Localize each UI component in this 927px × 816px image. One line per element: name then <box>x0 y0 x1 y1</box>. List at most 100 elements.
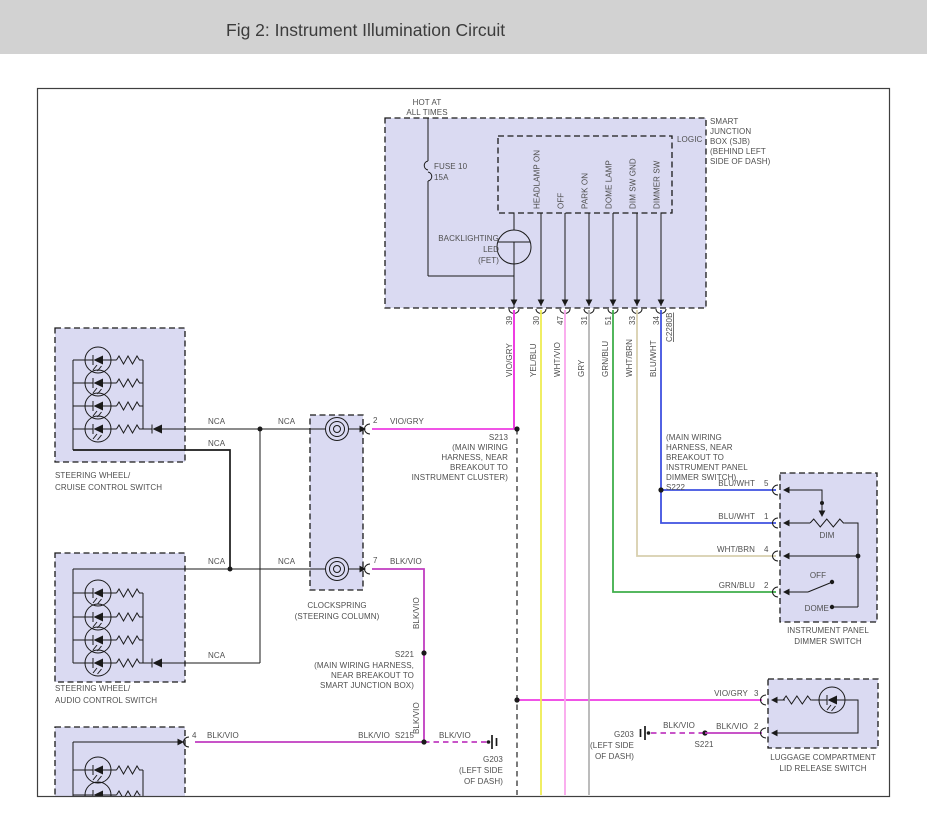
svg-text:2: 2 <box>754 722 759 731</box>
splice-s213: S213 (MAIN WIRING HARNESS, NEAR BREAKOUT… <box>412 426 520 482</box>
svg-text:NCA: NCA <box>208 651 226 660</box>
svg-text:(FET): (FET) <box>478 256 499 265</box>
svg-text:(LEFT SIDE: (LEFT SIDE <box>590 741 634 750</box>
clockspring-label: CLOCKSPRING <box>307 601 366 610</box>
svg-text:BLK/VIO: BLK/VIO <box>412 702 421 734</box>
svg-text:(BEHIND LEFT: (BEHIND LEFT <box>710 147 766 156</box>
svg-text:(MAIN WIRING HARNESS,: (MAIN WIRING HARNESS, <box>314 661 414 670</box>
nca-wires: NCA NCA NCA NCA NCA NCA <box>208 417 296 663</box>
svg-text:(LEFT SIDE: (LEFT SIDE <box>459 766 503 775</box>
dimmer-switch-label: INSTRUMENT PANEL <box>787 626 869 635</box>
svg-text:BLK/VIO: BLK/VIO <box>716 722 748 731</box>
svg-text:WHT/BRN: WHT/BRN <box>717 545 755 554</box>
svg-text:INSTRUMENT PANEL: INSTRUMENT PANEL <box>666 463 748 472</box>
wire-name-label: VIO/GRY <box>505 343 514 377</box>
wire-label: BLU/WHT <box>718 479 755 488</box>
svg-text:DIMMER SW: DIMMER SW <box>653 160 662 209</box>
svg-text:NEAR BREAKOUT TO: NEAR BREAKOUT TO <box>331 671 414 680</box>
svg-text:ALL TIMES: ALL TIMES <box>406 108 447 117</box>
svg-text:DOME LAMP: DOME LAMP <box>605 160 614 209</box>
luggage-lid-release-switch: VIO/GRY 3 BLK/VIO 2 LUGGAGE COMPARTMENT … <box>714 679 878 773</box>
svg-text:34: 34 <box>652 315 661 325</box>
splice-s221b-label: S221 <box>694 740 714 749</box>
svg-text:HEADLAMP ON: HEADLAMP ON <box>533 150 542 209</box>
clockspring-pin-2: 2 <box>373 416 378 425</box>
svg-text:BLK/VIO: BLK/VIO <box>663 721 695 730</box>
nca-label: NCA <box>208 417 226 426</box>
svg-text:NCA: NCA <box>278 557 296 566</box>
clockspring: 2 VIO/GRY 7 BLK/VIO CLOCKSPRING (STEERIN… <box>295 415 425 621</box>
svg-text:NCA: NCA <box>278 417 296 426</box>
svg-text:WHT/VIO: WHT/VIO <box>553 342 562 377</box>
off-position-label: OFF <box>810 571 826 580</box>
svg-text:S213: S213 <box>489 433 509 442</box>
vio-gry-label: VIO/GRY <box>390 417 424 426</box>
svg-text:NCA: NCA <box>208 439 226 448</box>
bottom-switch-partial: 4 <box>55 727 197 808</box>
junction-dot <box>514 697 519 702</box>
svg-text:AUDIO CONTROL SWITCH: AUDIO CONTROL SWITCH <box>55 696 157 705</box>
instrument-panel-dimmer-switch: OFF DOME DIM BLU/WHT 5 BLU/WHT 1 WHT/BRN… <box>717 473 877 646</box>
svg-text:YEL/BLU: YEL/BLU <box>529 343 538 377</box>
svg-text:51: 51 <box>604 315 613 325</box>
pin-4: 4 <box>192 731 197 740</box>
logic-label: LOGIC <box>677 135 703 144</box>
svg-text:BLK/VIO: BLK/VIO <box>412 597 421 629</box>
svg-text:BLU/WHT: BLU/WHT <box>649 340 658 377</box>
svg-text:S221: S221 <box>395 650 415 659</box>
svg-text:BLK/VIO: BLK/VIO <box>358 731 390 740</box>
svg-text:OF DASH): OF DASH) <box>464 777 503 786</box>
svg-text:30: 30 <box>532 315 541 325</box>
svg-text:OFF: OFF <box>557 193 566 209</box>
svg-text:GRN/BLU: GRN/BLU <box>719 581 755 590</box>
svg-text:BREAKOUT TO: BREAKOUT TO <box>450 463 508 472</box>
svg-text:BREAKOUT TO: BREAKOUT TO <box>666 453 724 462</box>
svg-text:OF DASH): OF DASH) <box>595 752 634 761</box>
smart-junction-box: LOGIC SMART JUNCTION BOX (SJB) (BEHIND L… <box>385 117 771 308</box>
connector-label: C2280B <box>665 312 674 342</box>
svg-text:47: 47 <box>556 315 565 325</box>
svg-text:HARNESS, NEAR: HARNESS, NEAR <box>441 453 508 462</box>
svg-text:BLK/VIO: BLK/VIO <box>207 731 239 740</box>
splice-s221: S221 (MAIN WIRING HARNESS, NEAR BREAKOUT… <box>314 650 426 690</box>
luggage-switch-label: LUGGAGE COMPARTMENT <box>770 753 876 762</box>
clockspring-pin-7: 7 <box>373 556 378 565</box>
svg-text:BLK/VIO: BLK/VIO <box>439 731 471 740</box>
audio-switch-label: STEERING WHEEL/ <box>55 684 131 693</box>
svg-text:DIMMER SWITCH: DIMMER SWITCH <box>794 637 862 646</box>
svg-text:G203: G203 <box>483 755 503 764</box>
svg-text:LID RELEASE SWITCH: LID RELEASE SWITCH <box>779 764 866 773</box>
svg-text:LED: LED <box>483 245 499 254</box>
svg-text:S215: S215 <box>395 731 415 740</box>
svg-text:BLU/WHT: BLU/WHT <box>718 512 755 521</box>
svg-text:CRUISE CONTROL SWITCH: CRUISE CONTROL SWITCH <box>55 483 162 492</box>
svg-text:SIDE OF DASH): SIDE OF DASH) <box>710 157 771 166</box>
fuse-label: FUSE 10 <box>434 162 468 171</box>
svg-text:BOX (SJB): BOX (SJB) <box>710 137 750 146</box>
svg-text:WHT/BRN: WHT/BRN <box>625 339 634 377</box>
svg-text:S222: S222 <box>666 483 686 492</box>
wire-blk-vio-main: BLK/VIO BLK/VIO <box>195 569 488 742</box>
dome-position-label: DOME <box>805 604 829 613</box>
svg-text:INSTRUMENT CLUSTER): INSTRUMENT CLUSTER) <box>412 473 509 482</box>
svg-text:SMART JUNCTION BOX): SMART JUNCTION BOX) <box>320 681 414 690</box>
svg-text:BACKLIGHTING: BACKLIGHTING <box>438 234 499 243</box>
svg-text:DIM SW GND: DIM SW GND <box>629 158 638 209</box>
cruise-switch-label: STEERING WHEEL/ <box>55 471 131 480</box>
svg-text:G203: G203 <box>614 730 634 739</box>
sjb-name: SMART <box>710 117 738 126</box>
svg-text:2: 2 <box>764 581 769 590</box>
svg-text:NCA: NCA <box>208 557 226 566</box>
hot-at-label: HOT AT <box>413 98 442 107</box>
cruise-control-switch: STEERING WHEEL/ CRUISE CONTROL SWITCH <box>55 328 310 569</box>
pin-number: 39 <box>505 315 514 325</box>
audio-control-switch: STEERING WHEEL/ AUDIO CONTROL SWITCH <box>55 553 310 705</box>
svg-text:1: 1 <box>764 512 769 521</box>
svg-text:JUNCTION: JUNCTION <box>710 127 751 136</box>
svg-text:GRN/BLU: GRN/BLU <box>601 341 610 377</box>
pin-number: 5 <box>764 479 769 488</box>
svg-text:PARK ON: PARK ON <box>581 173 590 209</box>
blk-vio-label: BLK/VIO <box>390 557 422 566</box>
svg-text:(MAIN WIRING: (MAIN WIRING <box>666 433 722 442</box>
pin-number: 3 <box>754 689 759 698</box>
